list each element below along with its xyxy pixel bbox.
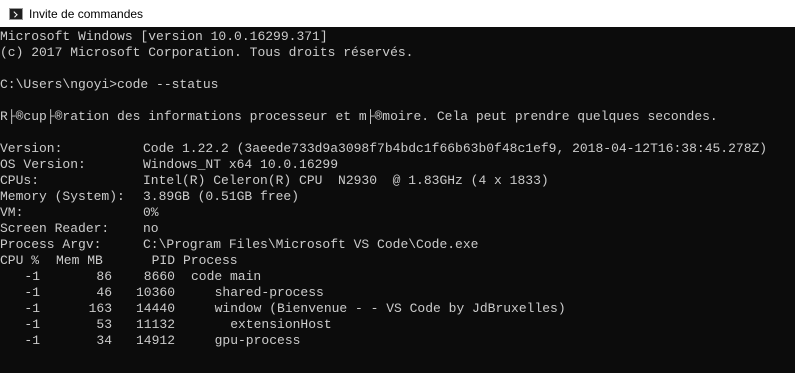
process-name: extensionHost [199, 317, 332, 332]
info-value: 0% [143, 205, 159, 220]
cmd-icon [9, 7, 23, 20]
process-mem: 34 [96, 333, 112, 348]
retrieving-message: R├®cup├®ration des informations processe… [0, 109, 718, 124]
info-row-memory: Memory (System): 3.89GB (0.51GB free) [0, 189, 795, 205]
process-cpu: -1 [24, 285, 40, 300]
process-pid: 14440 [135, 301, 175, 316]
info-row-vm: VM: 0% [0, 205, 795, 221]
header-pid: PID [151, 253, 175, 268]
info-key: Version: [0, 141, 63, 156]
info-key: Screen Reader: [0, 221, 110, 236]
info-value: 3.89GB (0.51GB free) [143, 189, 300, 204]
console-output[interactable]: Microsoft Windows [version 10.0.16299.37… [0, 27, 795, 373]
process-mem: 46 [96, 285, 112, 300]
process-cpu: -1 [24, 333, 40, 348]
process-pid: 10360 [135, 285, 175, 300]
info-row-process-argv: Process Argv: C:\Program Files\Microsoft … [0, 237, 795, 253]
info-row-screen-reader: Screen Reader: no [0, 221, 795, 237]
window-title: Invite de commandes [29, 6, 144, 21]
info-value: C:\Program Files\Microsoft VS Code\Code.… [143, 237, 479, 252]
process-row: -1 163 14440 window (Bienvenue - - VS Code… [0, 301, 795, 317]
process-row: -1 86 8660 code main [0, 269, 795, 285]
command-prompt-window: Invite de commandes Microsoft Windows [v… [0, 0, 795, 373]
process-row: -1 34 14912 gpu-process [0, 333, 795, 349]
info-key: CPUs: [0, 173, 40, 188]
process-cpu: -1 [24, 317, 40, 332]
info-value: Windows_NT x64 10.0.16299 [143, 157, 339, 172]
process-name: shared-process [199, 285, 324, 300]
process-mem: 86 [96, 269, 112, 284]
info-key: OS Version: [0, 157, 86, 172]
process-name: window (Bienvenue - - VS Code by JdBruxe… [199, 301, 566, 316]
header-cpu: CPU % [0, 253, 40, 268]
info-row-os: OS Version: Windows_NT x64 10.0.16299 [0, 157, 795, 173]
info-value: Code 1.22.2 (3aeede733d9a3098f7b4bdc1f66… [143, 141, 768, 156]
process-pid: 14912 [135, 333, 175, 348]
title-bar[interactable]: Invite de commandes [0, 0, 795, 27]
process-pid: 8660 [143, 269, 175, 284]
process-row: -1 46 10360 shared-process [0, 285, 795, 301]
prompt-command-line: C:\Users\ngoyi>code --status [0, 77, 219, 92]
process-cpu: -1 [24, 301, 40, 316]
process-mem: 53 [96, 317, 112, 332]
process-row: -1 53 11132 extensionHost [0, 317, 795, 333]
info-row-cpus: CPUs: Intel(R) Celeron(R) CPU N2930 @ 1.8… [0, 173, 795, 189]
info-row-version: Version: Code 1.22.2 (3aeede733d9a3098f7b… [0, 141, 795, 157]
copyright-line: (c) 2017 Microsoft Corporation. Tous dro… [0, 45, 414, 60]
header-mem: Mem MB [56, 253, 103, 268]
process-pid: 11132 [135, 317, 175, 332]
info-key: Process Argv: [0, 237, 102, 252]
process-mem: 163 [88, 301, 112, 316]
info-key: VM: [0, 205, 24, 220]
process-name: code main [191, 269, 262, 284]
info-key: Memory (System): [0, 189, 125, 204]
banner-line: Microsoft Windows [version 10.0.16299.37… [0, 29, 328, 44]
status-info-block: Version: Code 1.22.2 (3aeede733d9a3098f7b… [0, 141, 795, 253]
header-process: Process [183, 253, 238, 268]
info-value: no [143, 221, 159, 236]
process-cpu: -1 [24, 269, 40, 284]
process-name: gpu-process [199, 333, 301, 348]
info-value: Intel(R) Celeron(R) CPU N2930 @ 1.83GHz … [143, 173, 549, 188]
process-table-header: CPU % Mem MB PID Process [0, 253, 795, 269]
